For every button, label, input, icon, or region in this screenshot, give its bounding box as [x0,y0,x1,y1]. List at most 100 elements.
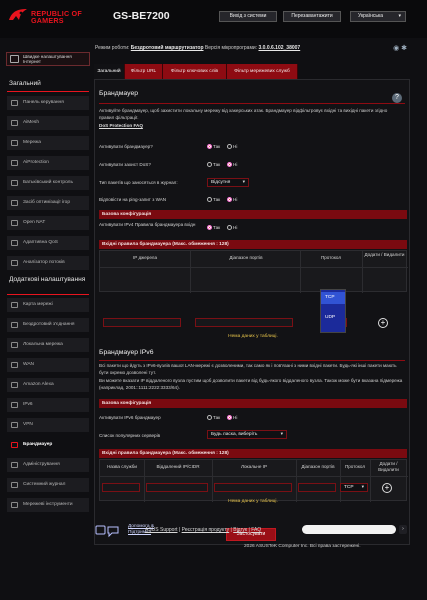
popular-servers-label: Список популярних серверів [99,433,161,438]
tab-general[interactable]: Загальний [94,64,125,79]
col-local-ip: Локальне IP [240,464,268,469]
ipv6-port-range-input[interactable] [298,483,336,492]
sidebar-item-administration[interactable]: Адміністрування [7,458,89,472]
sidebar-item-amazon-alexa[interactable]: Amazon Alexa [7,378,89,392]
open-nat-icon [11,220,18,226]
sidebar-item-firewall[interactable]: Брандмауер [7,438,89,452]
sidebar-item-adaptive-qos[interactable]: Адаптивна QoS [7,236,89,250]
reboot-button[interactable]: Перезавантажити [283,11,341,22]
ping-from-wan-no-radio[interactable]: Ні [227,197,237,202]
sidebar-item-game-optimizer[interactable]: Засіб оптимізації ігор [7,196,89,210]
protocol-option-tcp[interactable]: TCP [321,292,345,304]
router-model: GS-BE7200 [113,10,170,22]
firewall-panel: Брандмауер ? Активуйте брандмауер, щоб з… [94,79,410,545]
add-rule-button[interactable]: + [378,318,388,328]
sidebar-item-lan[interactable]: Локальна мережа [7,338,89,352]
dos-protection-faq-link[interactable]: DoS Protection FAQ [99,123,143,130]
search-go-button[interactable]: › [399,525,407,534]
sidebar-item-network-tools[interactable]: Мережеві інструменти [7,498,89,512]
language-select[interactable]: Українська ▾ [350,11,406,22]
port-range-input[interactable] [195,318,293,327]
sidebar-item-network[interactable]: Мережа [7,136,89,150]
chevron-down-icon: ▾ [361,485,364,490]
dashboard-icon [11,100,18,106]
sidebar-item-network-map[interactable]: Карта мережі [7,298,89,312]
service-name-input[interactable] [102,483,140,492]
tools-icon [11,502,18,508]
sidebar-item-vpn[interactable]: VPN [7,418,89,432]
sidebar-item-wan[interactable]: WAN [7,358,89,372]
tab-network-services-filter[interactable]: Фільтр мережевих служб [227,64,298,79]
ipv4-inbound-yes-radio[interactable]: Так [207,225,220,230]
faq-search-input[interactable] [302,525,396,534]
gear-icon[interactable]: ✱ [401,45,407,52]
ipv4-inbound-no-radio[interactable]: Ні [227,225,237,230]
quick-internet-setup-button[interactable]: Швидке налаштування Інтернет [6,52,90,66]
ping-from-wan-yes-radio[interactable]: Так [207,197,220,202]
ipv6-firewall-yes-radio[interactable]: Так [207,415,220,420]
ping-from-wan-label: Відповісти на ping-запит з WAN [99,197,167,202]
chevron-down-icon: ▾ [242,180,245,185]
tab-keyword-filter[interactable]: Фільтр ключових слів [163,64,227,79]
sidebar-item-wireless[interactable]: Бездротовий з'єднання [7,318,89,332]
col-source-ip: IP джерела [132,255,158,260]
remote-ip-input[interactable] [146,483,208,492]
protocol-option-udp[interactable]: UDP [325,315,335,320]
shield-icon [11,160,18,166]
popular-servers-select[interactable]: Будь ласка, виберіть ▾ [207,430,287,439]
source-ip-input[interactable] [103,318,181,327]
section-divider [7,294,89,295]
tab-url-filter[interactable]: Фільтр URL [125,64,163,79]
col-port-range: Діапазон портів [229,255,263,260]
enable-firewall-yes-radio[interactable]: Так [207,144,220,149]
operation-mode-link[interactable]: Бездротовий маршрутизатор [131,45,204,51]
radio-empty-icon [207,197,212,202]
sidebar-item-system-log[interactable]: Системний журнал [7,478,89,492]
radio-selected-icon [207,144,212,149]
logged-packets-select[interactable]: Відсутня ▾ [207,178,249,187]
product-registration-link[interactable]: Реєстрація продукту [182,527,230,533]
enable-firewall-label: Активувати брандмауер? [99,144,153,149]
faq-link[interactable]: FAQ [251,527,261,533]
ipv6-empty-message: Нема даних у таблиці. [228,499,278,504]
ipv6-protocol-select[interactable]: TCP ▾ [340,483,368,492]
sidebar-item-traffic-analyzer[interactable]: Аналізатор потоків [7,256,89,270]
title-divider [99,360,405,361]
qos-icon [11,240,18,246]
logout-button[interactable]: Вихід з системи [219,11,277,22]
section-title-advanced: Додаткові налаштування [9,276,86,283]
firewall-description: Активуйте брандмауер, щоб захистити лока… [99,108,388,120]
feedback-link[interactable]: Відгук [233,527,247,533]
alexa-icon [11,382,18,388]
sidebar-item-open-nat[interactable]: Open NAT [7,216,89,230]
sidebar: Швидке налаштування Інтернет Загальний П… [0,38,91,600]
ipv6-icon [11,402,18,408]
lan-icon [11,342,18,348]
sidebar-item-parental-control[interactable]: Батьківський контроль [7,176,89,190]
top-header: REPUBLIC OF GAMERS GS-BE7200 Вихід з сис… [0,0,427,38]
help-question-icon[interactable]: ? [392,93,402,103]
sidebar-item-ipv6[interactable]: IPv6 [7,398,89,412]
enable-dos-yes-radio[interactable]: Так [207,162,220,167]
firmware-version-link[interactable]: 3.0.0.6.102_38007 [258,45,300,51]
local-ip-input[interactable] [214,483,292,492]
radio-empty-icon [207,162,212,167]
network-status-icon[interactable]: ◉ [393,45,399,52]
top-status-icons: ◉ ✱ [393,44,407,52]
sidebar-item-aiprotection[interactable]: AiProtection [7,156,89,170]
globe-icon [10,55,19,63]
sidebar-item-aimesh[interactable]: AiMesh [7,116,89,130]
enable-dos-no-radio[interactable]: Ні [227,162,237,167]
ipv4-rules-table: IP джерела Діапазон портів Протокол Дода… [99,250,408,293]
aimesh-icon [11,120,18,126]
ipv6-rules-table: Назва служби Віддалений IP/CIDR Локальне… [99,459,408,502]
ipv4-empty-message: Нема даних у таблиці. [228,334,278,339]
basic-config-bar: Базова конфігурація [99,210,407,219]
ipv6-firewall-no-radio[interactable]: Ні [227,415,237,420]
add-ipv6-rule-button[interactable]: + [382,483,392,493]
sidebar-item-dashboard[interactable]: Панель керування [7,96,89,110]
enable-firewall-no-radio[interactable]: Ні [227,144,237,149]
logged-packets-label: Тип пакетів що заносяться в журнал: [99,180,178,185]
col-port-range: Діапазон портів [301,464,335,469]
asus-support-link[interactable]: ASUS Support [145,527,178,533]
